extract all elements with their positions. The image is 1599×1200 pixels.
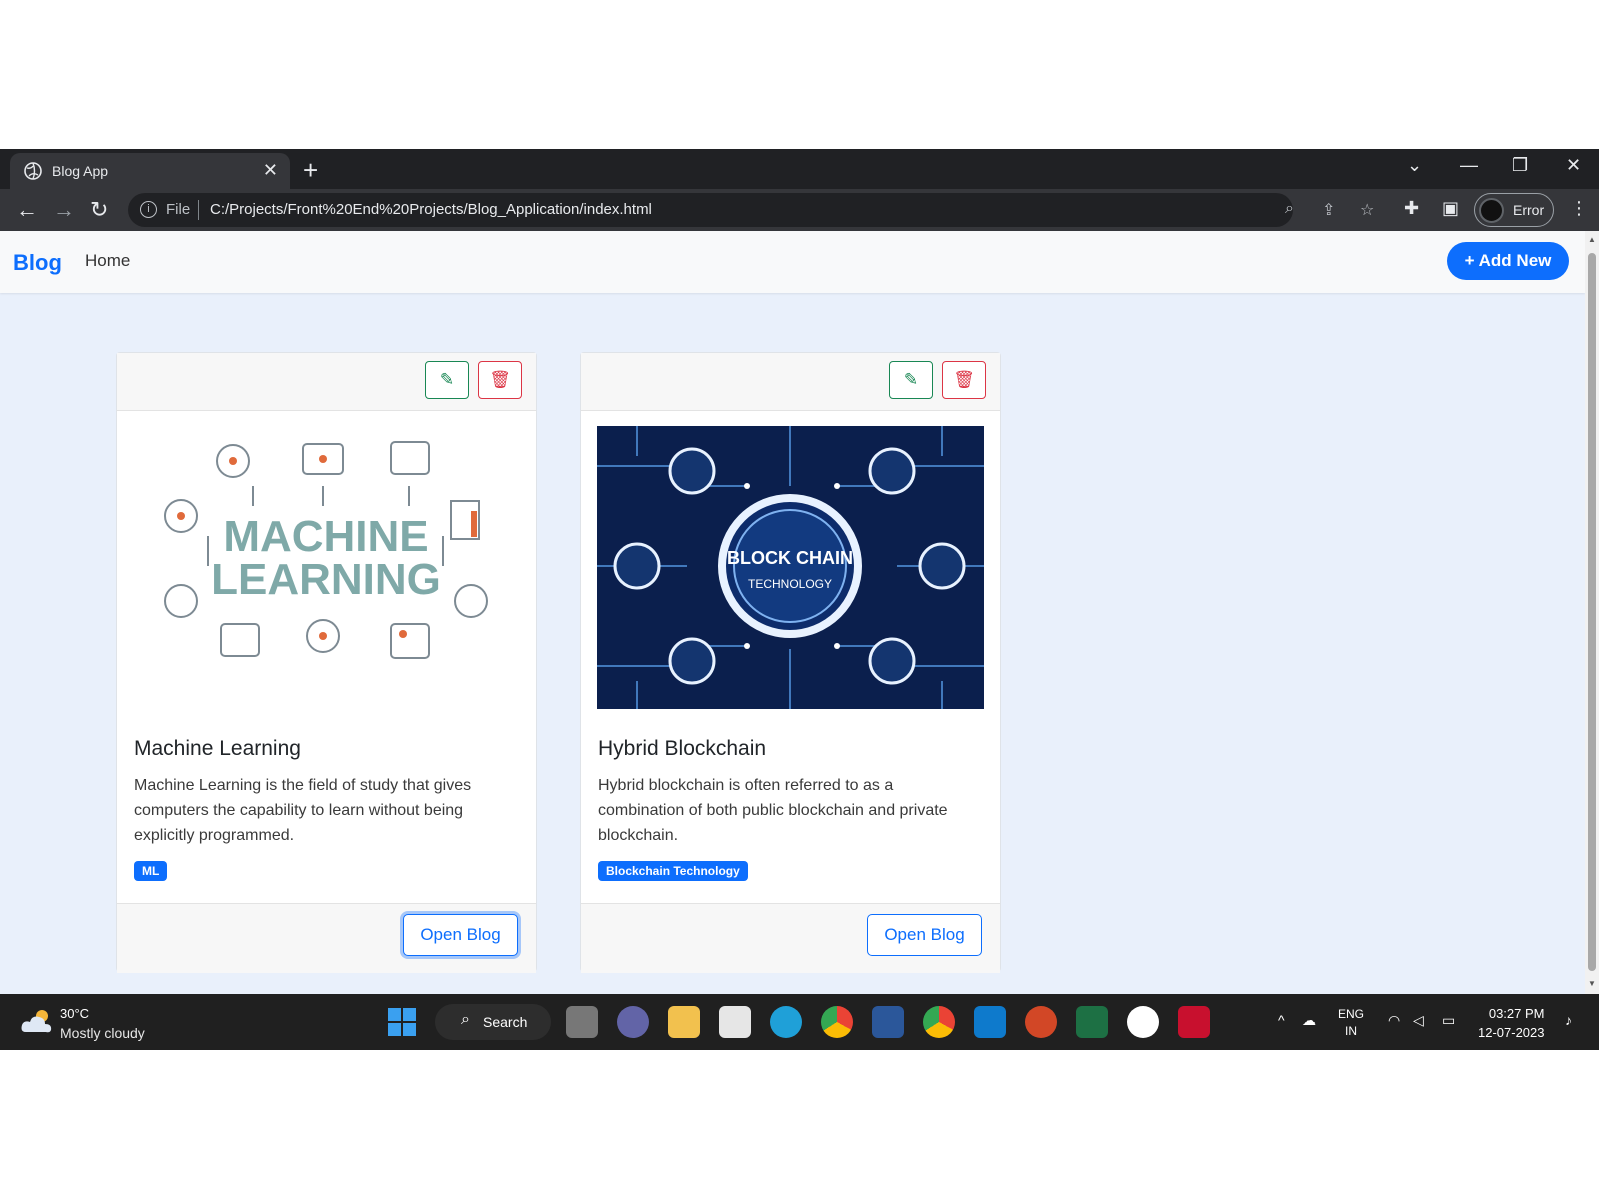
delete-button[interactable]: 🗑	[478, 361, 522, 399]
windows-start-icon[interactable]	[388, 1008, 416, 1036]
excel-icon[interactable]	[1076, 1006, 1108, 1038]
navbar: Blog Home + Add New	[0, 231, 1585, 293]
clock-date: 12-07-2023	[1478, 1025, 1545, 1040]
machine-learning-image: MACHINE LEARNING	[133, 426, 520, 709]
system-clock[interactable]: 03:27 PM 12-07-2023	[1478, 1004, 1545, 1042]
card-title: Machine Learning	[134, 737, 301, 760]
region-code: IN	[1345, 1024, 1357, 1038]
pencil-icon: ✎	[439, 370, 455, 389]
bc-image-text-2: TECHNOLOGY	[748, 577, 832, 591]
card-description: Machine Learning is the field of study t…	[134, 777, 472, 844]
blog-card-hybrid-blockchain: ✎ 🗑 BLOCK CHAIN TECHNOLOGY Hybrid Blockc…	[580, 352, 1001, 973]
notification-icon[interactable]: ♪	[1565, 1012, 1572, 1028]
chevron-up-icon[interactable]: ^	[1278, 1012, 1285, 1028]
bc-image-text-1: BLOCK CHAIN	[727, 548, 853, 568]
window-close-icon[interactable]: ✕	[1566, 155, 1581, 176]
browser-chrome: Blog App ✕ + ⌄ — ❐ ✕ ← → ↻ i File C:/Pro…	[0, 149, 1599, 231]
clock-time: 03:27 PM	[1488, 1006, 1545, 1021]
store-icon[interactable]	[719, 1006, 751, 1038]
open-blog-button[interactable]: Open Blog	[403, 914, 518, 956]
menu-icon[interactable]: ⋮	[1570, 198, 1588, 219]
edit-button[interactable]: ✎	[889, 361, 933, 399]
tab-title: Blog App	[52, 163, 109, 179]
language-code: ENG	[1338, 1007, 1365, 1021]
extensions-icon[interactable]: ✚	[1404, 198, 1419, 219]
edit-button[interactable]: ✎	[425, 361, 469, 399]
delete-button[interactable]: 🗑	[942, 361, 986, 399]
edge-icon[interactable]	[770, 1006, 802, 1038]
side-panel-icon[interactable]: ▣	[1442, 198, 1459, 219]
ml-image-text-2: LEARNING	[211, 555, 441, 604]
blockchain-image: BLOCK CHAIN TECHNOLOGY	[597, 426, 984, 709]
battery-icon[interactable]: ▭	[1442, 1012, 1455, 1029]
profile-label: Error	[1513, 202, 1545, 218]
back-icon[interactable]: ←	[16, 197, 38, 223]
browser-toolbar: ← → ↻ i File C:/Projects/Front%20End%20P…	[0, 189, 1599, 231]
tag-badge: ML	[134, 861, 168, 881]
bookmark-star-icon[interactable]: ☆	[1360, 200, 1374, 220]
taskbar-search-label: Search	[483, 1014, 528, 1030]
card-footer: Open Blog	[581, 903, 1000, 973]
open-blog-button[interactable]: Open Blog	[867, 914, 982, 956]
card-footer: Open Blog	[117, 903, 536, 973]
forward-icon[interactable]: →	[53, 197, 75, 223]
card-title: Hybrid Blockchain	[598, 737, 767, 760]
windows-taskbar: 30°C Mostly cloudy ⌕ Search ^ ☁ ENG IN ◠…	[0, 994, 1599, 1050]
mcafee-icon[interactable]	[1178, 1006, 1210, 1038]
weather-description[interactable]: Mostly cloudy	[60, 1025, 145, 1041]
taskbar-search[interactable]: ⌕ Search	[435, 1004, 551, 1040]
tab-strip: Blog App ✕ + ⌄ — ❐ ✕	[0, 149, 1599, 189]
scrollbar-thumb[interactable]	[1588, 253, 1596, 971]
wifi-icon[interactable]: ◠	[1388, 1012, 1400, 1029]
reload-icon[interactable]: ↻	[90, 197, 108, 223]
file-explorer-icon[interactable]	[668, 1006, 700, 1038]
chrome-profile-icon[interactable]	[923, 1006, 955, 1038]
github-icon[interactable]	[1127, 1006, 1159, 1038]
card-header: ✎ 🗑	[117, 353, 536, 411]
trash-icon: 🗑	[953, 370, 975, 389]
search-icon: ⌕	[461, 1011, 470, 1028]
globe-icon	[24, 162, 42, 180]
task-view-icon[interactable]	[566, 1006, 598, 1038]
address-scheme: File	[166, 201, 191, 218]
blog-card-machine-learning: ✎ 🗑 MACHINE LEARNING Machine Learning Ma…	[116, 352, 537, 973]
volume-icon[interactable]: ◁	[1413, 1012, 1424, 1029]
card-description: Hybrid blockchain is often referred to a…	[598, 777, 948, 844]
chrome-icon[interactable]	[821, 1006, 853, 1038]
zoom-icon[interactable]: ⌕	[1285, 200, 1294, 218]
ml-image-text-1: MACHINE	[223, 512, 428, 561]
onedrive-icon[interactable]: ☁	[1302, 1012, 1316, 1029]
pencil-icon: ✎	[903, 370, 919, 389]
info-icon[interactable]: i	[140, 201, 157, 218]
scroll-down-icon[interactable]: ▼	[1588, 979, 1596, 988]
tag-badge: Blockchain Technology	[598, 861, 748, 881]
avatar	[1479, 198, 1504, 223]
minimize-icon[interactable]: —	[1460, 155, 1478, 176]
teams-chat-icon[interactable]	[617, 1006, 649, 1038]
page-scrollbar[interactable]: ▲ ▼	[1585, 231, 1599, 994]
tab-close-icon[interactable]: ✕	[263, 160, 278, 181]
weather-temperature[interactable]: 30°C	[60, 1006, 89, 1021]
tab-blog-app[interactable]: Blog App ✕	[10, 153, 290, 189]
scroll-up-icon[interactable]: ▲	[1588, 235, 1596, 244]
restore-icon[interactable]: ❐	[1512, 155, 1528, 176]
vscode-icon[interactable]	[974, 1006, 1006, 1038]
new-tab-button[interactable]: +	[303, 155, 318, 186]
powerpoint-icon[interactable]	[1025, 1006, 1057, 1038]
page-content: Blog Home + Add New ✎ 🗑 MACHINE LEARNING…	[0, 231, 1585, 994]
nav-home-link[interactable]: Home	[85, 251, 130, 271]
profile-button[interactable]: Error	[1474, 193, 1554, 227]
trash-icon: 🗑	[489, 370, 511, 389]
tab-search-icon[interactable]: ⌄	[1407, 155, 1422, 176]
address-url[interactable]: C:/Projects/Front%20End%20Projects/Blog_…	[210, 201, 652, 218]
brand-logo[interactable]: Blog	[13, 250, 62, 276]
address-bar[interactable]: i File C:/Projects/Front%20End%20Project…	[128, 193, 1374, 227]
weather-cloud-icon[interactable]	[20, 1006, 56, 1036]
share-icon[interactable]: ⇪	[1322, 200, 1335, 220]
address-separator	[198, 200, 199, 220]
add-new-button[interactable]: + Add New	[1447, 242, 1569, 280]
card-header: ✎ 🗑	[581, 353, 1000, 411]
word-icon[interactable]	[872, 1006, 904, 1038]
language-indicator[interactable]: ENG IN	[1338, 1006, 1364, 1040]
